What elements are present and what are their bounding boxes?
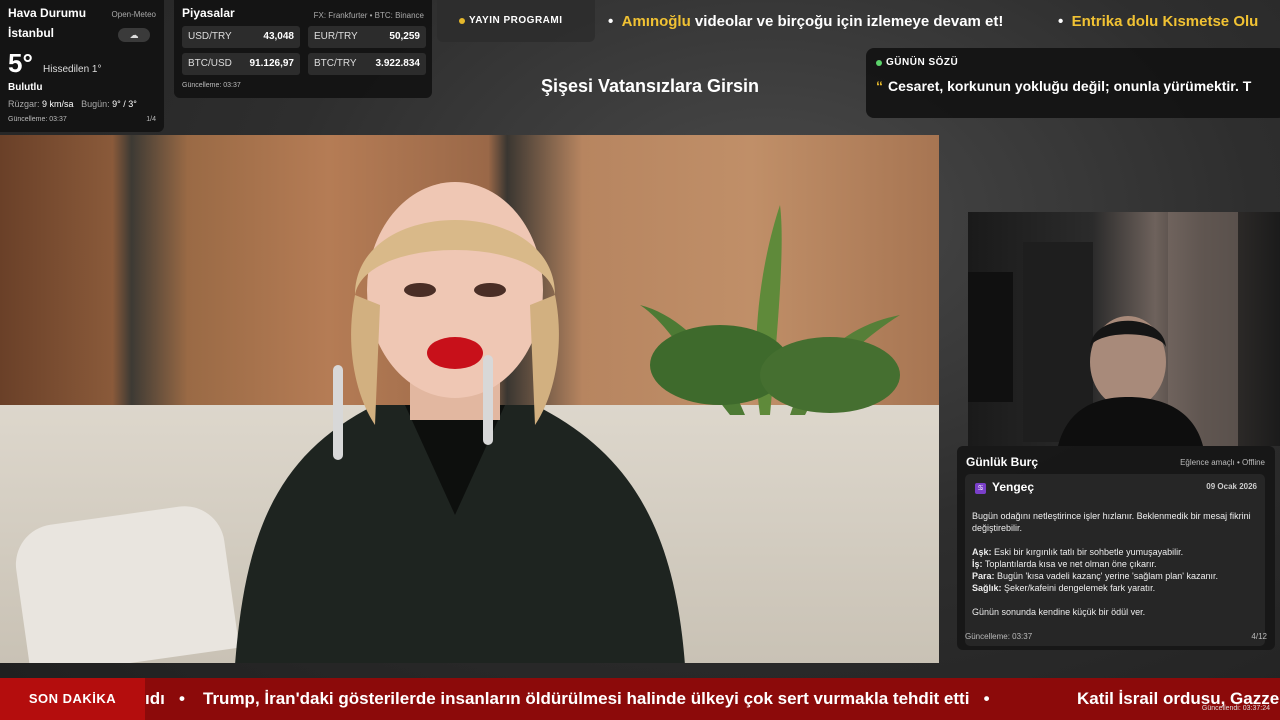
ticker-text: videolar ve birçoğu için izlemeye devam … [690,13,1004,30]
market-label: USD/TRY [188,31,232,42]
market-label: BTC/TRY [314,58,357,69]
breaking-news-label: SON DAKİKA [0,678,145,720]
money-label: Para: [972,571,995,581]
program-tab[interactable]: YAYIN PROGRAMI [437,0,595,42]
wind-label: Rüzgar: [8,99,40,109]
program-dot-icon [459,18,465,24]
markets-source: FX: Frankfurter • BTC: Binance [313,11,424,20]
markets-updated: Güncelleme: 03:37 [182,82,241,89]
money-text: Bugün 'kısa vadeli kazanç' yerine 'sağla… [994,571,1219,581]
horoscope-date: 09 Ocak 2026 [1206,482,1257,491]
cancer-sign-icon: ♋ [975,483,986,494]
horoscope-mode: Eğlence amaçlı • Offline [1180,458,1265,467]
market-label: BTC/USD [188,58,232,69]
breaking-text: ıdı [145,689,165,708]
ticker-item: • Amınoğlu videolar ve birçoğu için izle… [608,13,1003,30]
horoscope-work: İş: Toplantılarda kısa ve net olman öne … [972,558,1262,570]
market-value: 3.922.834 [375,58,421,69]
quote-mark-icon: “ [876,78,883,94]
bullet-icon: • [608,13,614,30]
bullet-icon: • [1058,13,1064,30]
today-label: Bugün: [81,99,110,109]
health-text: Şeker/kafeini dengelemek fark yaratır. [1001,583,1156,593]
program-label: YAYIN PROGRAMI [469,15,563,26]
bullet-icon: • [983,689,990,708]
market-btc-usd: BTC/USD 91.126,97 [182,53,300,75]
horoscope-updated: Güncelleme: 03:37 [965,632,1033,641]
horoscope-love: Aşk: Eski bir kırgınlık tatlı bir sohbet… [972,546,1262,558]
love-label: Aşk: [972,547,992,557]
horoscope-closing: Günün sonunda kendine küçük bir ödül ver… [972,607,1146,617]
market-usd-try: USD/TRY 43,048 [182,26,300,48]
quote-text: Cesaret, korkunun yokluğu değil; onunla … [888,78,1252,94]
weather-widget: Hava Durumu Open-Meteo İstanbul ☁ 5° His… [0,0,164,132]
ticker-highlight: Amınoğlu [621,13,691,30]
horoscope-page-indicator: 4/12 [1251,632,1267,641]
breaking-item: Trump, İran'daki gösterilerde insanların… [203,689,990,709]
live-dot-icon [876,60,882,66]
quote-widget: GÜNÜN SÖZÜ “ Cesaret, korkunun yokluğu d… [866,48,1280,118]
breaking-news-bar: SON DAKİKA ıdı • Trump, İran'daki göster… [0,678,1280,720]
market-label: EUR/TRY [314,31,358,42]
horoscope-title: Günlük Burç [966,455,1039,469]
webcam-scene [968,212,1238,446]
weather-wind-row: Rüzgar: 9 km/sa Bugün: 9° / 3° [8,99,137,109]
market-value: 43,048 [263,31,294,42]
horoscope-sign: Yengeç [992,480,1035,494]
top-ticker: • Amınoğlu videolar ve birçoğu için izle… [600,0,1280,44]
breaking-item: ıdı • [145,689,185,709]
weather-page-indicator: 1/4 [146,116,156,123]
horoscope-card: ♋ Yengeç 09 Ocak 2026 Bugün odağını netl… [965,474,1265,646]
horoscope-money: Para: Bugün 'kısa vadeli kazanç' yerine … [972,570,1262,582]
ticker-item: • Entrika dolu Kısmetse Olu [1058,13,1258,30]
horoscope-intro: Bugün odağını netleştirince işler hızlan… [972,511,1251,533]
work-text: Toplantılarda kısa ve net olman öne çıka… [982,559,1157,569]
cloud-icon: ☁ [118,28,150,42]
breaking-text: Trump, İran'daki gösterilerde insanların… [203,689,970,708]
markets-widget: Piyasalar FX: Frankfurter • BTC: Binance… [174,0,432,98]
market-eur-try: EUR/TRY 50,259 [308,26,426,48]
ticker-highlight: Entrika dolu Kısmetse Olu [1071,13,1259,30]
horoscope-widget: Günlük Burç Eğlence amaçlı • Offline ♋ Y… [957,446,1275,650]
show-title: Şişesi Vatansızlara Girsin [540,76,760,96]
webcam-feed [968,212,1280,446]
wind-value: 9 km/sa [42,99,74,109]
video-person [235,182,685,663]
market-value: 50,259 [389,31,420,42]
horoscope-body: Bugün odağını netleştirince işler hızlan… [972,510,1262,618]
weather-temperature: 5° [8,48,33,78]
weather-updated: Güncelleme: 03:37 [8,116,67,123]
health-label: Sağlık: [972,583,1002,593]
market-btc-try: BTC/TRY 3.922.834 [308,53,426,75]
weather-source: Open-Meteo [111,10,156,19]
breaking-news-ticker: ıdı • Trump, İran'daki gösterilerde insa… [145,678,1280,720]
breaking-updated: Güncellendi: 03:37:24 [1201,705,1270,712]
horoscope-health: Sağlık: Şeker/kafeini dengelemek fark ya… [972,582,1262,594]
today-value: 9° / 3° [112,99,137,109]
main-video-feed [0,135,939,663]
work-label: İş: [972,559,983,569]
weather-condition: Bulutlu [8,82,43,93]
market-value: 91.126,97 [249,58,295,69]
weather-feels-like: Hissedilen 1° [43,64,102,75]
love-text: Eski bir kırgınlık tatlı bir sohbetle yu… [991,547,1184,557]
quote-label: GÜNÜN SÖZÜ [886,57,959,68]
bullet-icon: • [179,689,185,708]
